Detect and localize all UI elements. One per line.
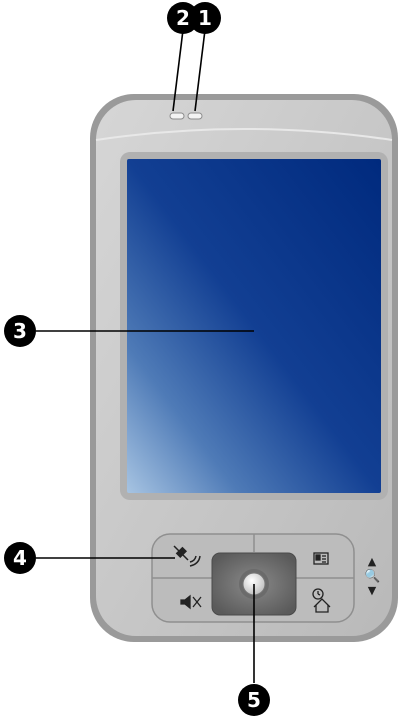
- zoom-magnifier-icon: 🔍: [364, 569, 381, 584]
- zoom-down-arrow-icon: ▼: [367, 584, 377, 597]
- svg-text:3: 3: [13, 319, 27, 343]
- svg-text:4: 4: [13, 546, 27, 570]
- zoom-up-arrow-icon: ▲: [367, 555, 377, 568]
- callout-3: 3: [4, 315, 36, 347]
- indicator-led-left: [169, 112, 185, 120]
- callout-5: 5: [238, 684, 270, 716]
- svg-text:2: 2: [176, 6, 190, 30]
- zoom-control: ▲ 🔍 ▼: [364, 556, 380, 596]
- callout-1: 1: [189, 2, 221, 34]
- device-diagram: 2 1 3 4 5: [4, 2, 398, 716]
- svg-text:5: 5: [247, 688, 261, 712]
- indicator-led-right: [187, 112, 203, 120]
- touch-screen: [127, 159, 381, 493]
- callout-4: 4: [4, 542, 36, 574]
- svg-text:1: 1: [198, 6, 212, 30]
